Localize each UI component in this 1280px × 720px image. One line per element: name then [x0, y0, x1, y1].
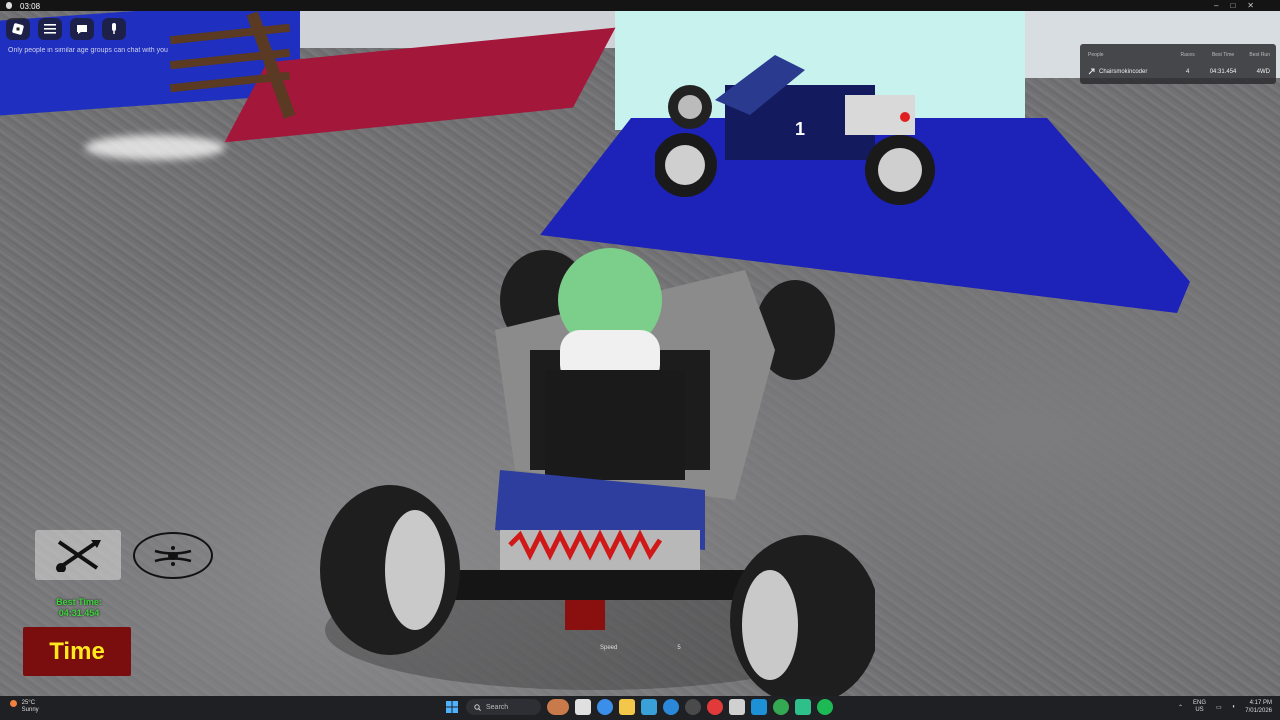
- start-windows-icon[interactable]: [444, 699, 460, 715]
- speed-label: Speed: [600, 645, 618, 651]
- leaderboard-row[interactable]: Chairsmokincoder 4 04:31.454 4WD: [1088, 68, 1270, 75]
- recorder-bar: 03:08 –□✕: [0, 0, 1280, 11]
- column-header: Best Time: [1211, 52, 1235, 58]
- record-app-icon[interactable]: [707, 699, 723, 715]
- network-icon[interactable]: ▭: [1216, 704, 1222, 711]
- edge-icon[interactable]: [663, 699, 679, 715]
- windows-taskbar: 25°C Sunny Search ⌃ ENG US ▭ ◖ 4:17 PM 7…: [0, 696, 1280, 720]
- game-viewport[interactable]: 1: [0, 0, 1280, 720]
- search-placeholder: Search: [486, 703, 509, 711]
- column-header: Best Run: [1249, 52, 1270, 58]
- hamburger-icon: [44, 24, 56, 34]
- leaderboard-header: People Races Best Time Best Run: [1088, 52, 1270, 58]
- leaderboard-panel: People Races Best Time Best Run Chairsmo…: [1080, 44, 1276, 84]
- snow-patch: [85, 135, 225, 160]
- chat-button[interactable]: [70, 18, 94, 40]
- app-icon[interactable]: [729, 699, 745, 715]
- taskbar-search[interactable]: Search: [466, 699, 541, 715]
- best-time-value: 04:31.454: [58, 608, 100, 618]
- system-tray: ⌃ ENG US ▭ ◖ 4:17 PM 7/01/2026: [1178, 699, 1272, 715]
- wrench-screwdriver-icon: [56, 540, 101, 572]
- widget-app-icon[interactable]: [547, 699, 569, 715]
- time-button[interactable]: Time: [23, 627, 131, 676]
- chrome-icon[interactable]: [597, 699, 613, 715]
- spotify-icon[interactable]: [817, 699, 833, 715]
- taskbar-apps: Search: [444, 699, 833, 715]
- roblox-menu-button[interactable]: [6, 18, 30, 40]
- voice-button[interactable]: [102, 18, 126, 40]
- drone-button[interactable]: [133, 532, 213, 579]
- recording-timer: 03:08: [20, 2, 41, 11]
- file-explorer-icon[interactable]: [619, 699, 635, 715]
- kart-number: 1: [795, 119, 805, 139]
- store-icon[interactable]: [641, 699, 657, 715]
- speedometer: Speed 5: [600, 645, 681, 651]
- volume-icon[interactable]: ◖: [1232, 704, 1236, 710]
- roblox-logo-icon: [12, 23, 24, 35]
- drone-icon: [154, 545, 192, 566]
- chat-notice: Only people in similar age groups can ch…: [8, 47, 168, 54]
- best-run-cell: 4WD: [1256, 68, 1270, 75]
- chevron-up-icon[interactable]: ⌃: [1178, 704, 1183, 711]
- vscode-icon[interactable]: [751, 699, 767, 715]
- chrome-green-icon[interactable]: [773, 699, 789, 715]
- region-code: US: [1195, 707, 1204, 713]
- best-time-display: Best Time: 04:31.454: [40, 597, 118, 619]
- player-kart: [320, 248, 875, 700]
- parked-kart: 1: [655, 55, 935, 205]
- column-header: People: [1088, 52, 1104, 58]
- roblox-topbar: [6, 18, 126, 40]
- notepad-icon[interactable]: [795, 699, 811, 715]
- microphone-icon: [6, 2, 12, 9]
- window-controls[interactable]: –□✕: [1214, 1, 1266, 10]
- clock-date: 7/01/2026: [1245, 708, 1272, 714]
- chat-icon: [77, 24, 87, 34]
- language-indicator[interactable]: ENG US: [1193, 700, 1206, 714]
- taskbar-clock[interactable]: 4:17 PM 7/01/2026: [1245, 699, 1272, 715]
- hamburger-menu-button[interactable]: [38, 18, 62, 40]
- best-time-label: Best Time:: [56, 597, 102, 607]
- races-count: 4: [1185, 68, 1190, 75]
- search-icon: [474, 703, 481, 711]
- sun-icon: [10, 700, 17, 707]
- tools-button[interactable]: [35, 530, 121, 580]
- player-name: Chairsmokincoder: [1099, 68, 1148, 75]
- weather-widget[interactable]: 25°C Sunny: [10, 700, 39, 714]
- clock-time: 4:17 PM: [1249, 700, 1272, 706]
- column-header: Races: [1180, 52, 1195, 58]
- weather-desc: Sunny: [21, 707, 39, 713]
- task-view-icon[interactable]: [575, 699, 591, 715]
- wooden-fence: [169, 10, 320, 120]
- best-time-cell: 04:31.454: [1209, 68, 1237, 75]
- player-icon: [1088, 68, 1095, 75]
- microphone-icon: [112, 23, 116, 34]
- weather-temp: 25°C: [21, 700, 36, 706]
- language-code: ENG: [1192, 700, 1206, 706]
- steam-icon[interactable]: [685, 699, 701, 715]
- speed-value: 5: [677, 645, 681, 651]
